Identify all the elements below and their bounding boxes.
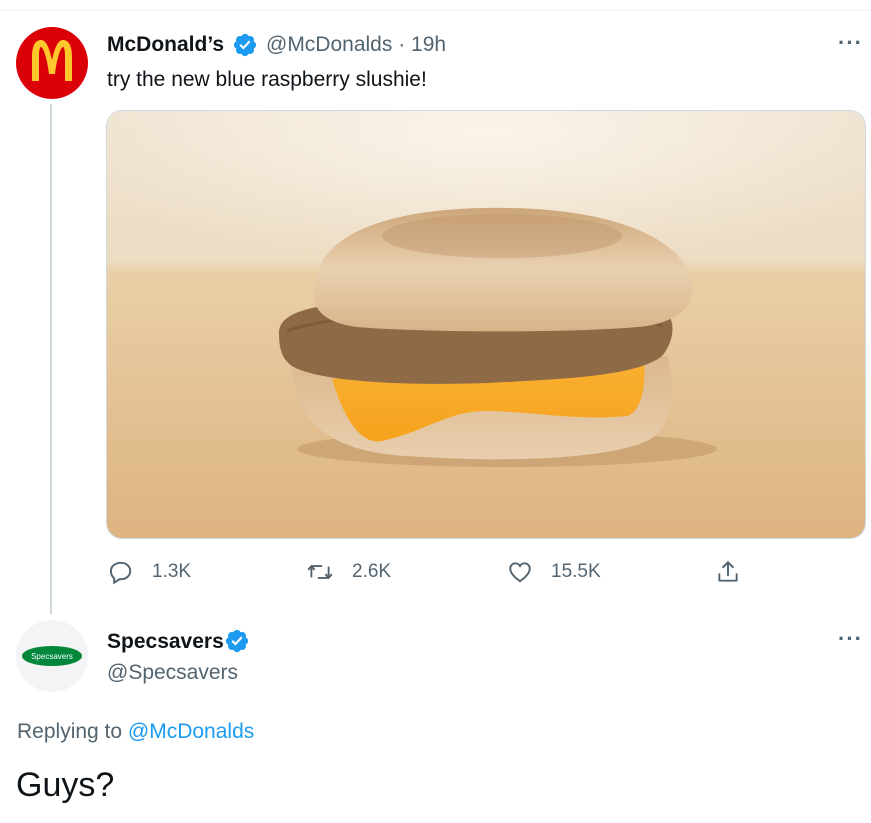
tweet-more-button[interactable]: ··· bbox=[838, 30, 863, 56]
share-action[interactable] bbox=[715, 558, 741, 586]
specsavers-logo-icon: Specsavers bbox=[22, 646, 82, 666]
reply-count: 1.3K bbox=[152, 561, 192, 582]
tweet-text: try the new blue raspberry slushie! bbox=[107, 68, 427, 91]
retweet-icon bbox=[307, 565, 333, 579]
like-action[interactable]: 15.5K bbox=[507, 558, 601, 586]
tweet-handle-time[interactable]: @McDonalds · 19h bbox=[266, 33, 446, 57]
like-count: 15.5K bbox=[551, 561, 601, 582]
verified-badge-icon bbox=[233, 33, 257, 57]
heart-icon bbox=[509, 562, 531, 583]
reply-verified-badge-icon bbox=[225, 629, 249, 653]
share-icon bbox=[718, 561, 738, 582]
golden-arches-icon bbox=[32, 40, 72, 81]
tweet-author-name[interactable]: McDonald’s bbox=[107, 33, 224, 57]
reply-handle[interactable]: @Specsavers bbox=[107, 661, 238, 685]
retweet-count: 2.6K bbox=[352, 561, 392, 582]
mcdonalds-avatar[interactable] bbox=[16, 27, 88, 99]
retweet-action[interactable]: 2.6K bbox=[306, 558, 391, 586]
reply-author-name[interactable]: Specsavers bbox=[107, 630, 224, 654]
replying-to-prefix: Replying to bbox=[17, 720, 128, 743]
replying-to-link[interactable]: @McDonalds bbox=[128, 720, 254, 743]
thread-connector bbox=[50, 104, 52, 614]
specsavers-logo-text: Specsavers bbox=[31, 652, 73, 661]
replying-to: Replying to @McDonalds bbox=[17, 720, 254, 744]
reply-more-button[interactable]: ··· bbox=[838, 626, 863, 652]
reply-action[interactable]: 1.3K bbox=[108, 558, 191, 586]
top-divider bbox=[0, 10, 871, 11]
specsavers-avatar[interactable]: Specsavers bbox=[16, 620, 88, 692]
breakfast-sandwich-photo bbox=[107, 111, 865, 538]
reply-icon bbox=[109, 561, 132, 585]
reply-text: Guys? bbox=[16, 766, 115, 804]
tweet-media-image[interactable] bbox=[106, 110, 866, 539]
